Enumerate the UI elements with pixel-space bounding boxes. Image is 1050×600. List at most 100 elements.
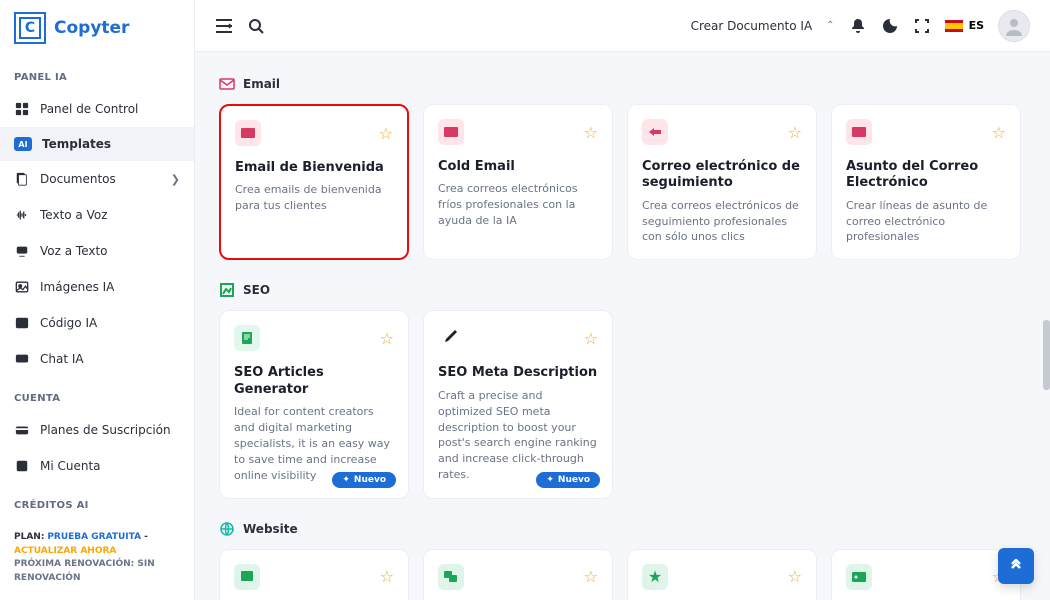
chevron-up-icon[interactable]: ⌃ xyxy=(826,20,834,31)
section-title-credits: CRÉDITOS AI xyxy=(0,484,194,519)
new-badge: ✦ Nuevo xyxy=(332,472,396,488)
section-seo-title: SEO xyxy=(243,283,270,297)
flag-es-icon xyxy=(945,20,963,32)
nav-imagenes[interactable]: Imágenes IA xyxy=(0,269,194,305)
nav-label: Voz a Texto xyxy=(40,244,108,258)
card-desc: Crear líneas de asunto de correo electró… xyxy=(846,198,1006,246)
topbar: Crear Documento IA ⌃ ES xyxy=(195,0,1050,52)
card-title: Email de Bienvenida xyxy=(235,160,393,176)
nav-panel-control[interactable]: Panel de Control xyxy=(0,91,194,127)
main-area: Crear Documento IA ⌃ ES Email xyxy=(195,0,1050,600)
card-title: Correo electrónico de seguimiento xyxy=(642,159,802,192)
documents-icon xyxy=(14,171,30,187)
plan-trial-link[interactable]: PRUEBA GRATUITA xyxy=(47,532,141,542)
email-section-icon xyxy=(219,76,235,92)
section-website-title: Website xyxy=(243,522,298,536)
favorite-star-icon[interactable]: ☆ xyxy=(992,123,1006,142)
seo-articles-icon xyxy=(234,325,260,351)
card-desc: Crea correos electrónicos de seguimiento… xyxy=(642,198,802,246)
content: Email ☆ Email de Bienvenida Crea emails … xyxy=(195,52,1050,600)
card-title: SEO Meta Description xyxy=(438,365,598,381)
text-to-speech-icon xyxy=(14,207,30,223)
scroll-to-top-button[interactable] xyxy=(998,548,1034,584)
nav-mi-cuenta[interactable]: Mi Cuenta xyxy=(0,448,194,484)
favorite-star-icon[interactable]: ☆ xyxy=(380,567,394,586)
email-subject-icon xyxy=(846,119,872,145)
section-email-header: Email xyxy=(219,76,1026,92)
card-title: SEO Articles Generator xyxy=(234,365,394,398)
moon-icon[interactable] xyxy=(881,17,899,35)
template-card-cold-email[interactable]: ☆ Cold Email Crea correos electrónicos f… xyxy=(423,104,613,260)
search-icon[interactable] xyxy=(247,17,265,35)
nav-label: Documentos xyxy=(40,172,116,186)
template-card-website-2[interactable]: ☆ xyxy=(423,549,613,600)
card-title: Asunto del Correo Electrónico xyxy=(846,159,1006,192)
scrollbar[interactable] xyxy=(1043,320,1050,390)
favorite-star-icon[interactable]: ☆ xyxy=(788,567,802,586)
nav-label: Código IA xyxy=(40,316,97,330)
nav-texto-voz[interactable]: Texto a Voz xyxy=(0,197,194,233)
sparkle-icon: ✦ xyxy=(342,475,350,485)
template-card-followup-email[interactable]: ☆ Correo electrónico de seguimiento Crea… xyxy=(627,104,817,260)
section-email-title: Email xyxy=(243,77,280,91)
nav-documentos[interactable]: Documentos ❯ xyxy=(0,161,194,197)
nav-codigo[interactable]: Código IA xyxy=(0,305,194,341)
followup-email-icon xyxy=(642,119,668,145)
nav-label: Planes de Suscripción xyxy=(40,423,171,437)
account-icon xyxy=(14,458,30,474)
nav-label: Panel de Control xyxy=(40,102,138,116)
chevron-right-icon: ❯ xyxy=(171,173,180,186)
language-code: ES xyxy=(969,19,984,32)
template-card-welcome-email[interactable]: ☆ Email de Bienvenida Crea emails de bie… xyxy=(219,104,409,260)
plan-renewal: PRÓXIMA RENOVACIÓN: SIN RENOVACIÓN xyxy=(14,558,180,585)
template-card-email-subject[interactable]: ☆ Asunto del Correo Electrónico Crear lí… xyxy=(831,104,1021,260)
language-selector[interactable]: ES xyxy=(945,19,984,32)
seo-section-icon xyxy=(219,282,235,298)
create-document-dropdown[interactable]: Crear Documento IA xyxy=(691,19,813,33)
favorite-star-icon[interactable]: ☆ xyxy=(584,123,598,142)
nav-templates[interactable]: AI Templates xyxy=(0,127,194,161)
plan-upgrade-link[interactable]: ACTUALIZAR AHORA xyxy=(14,546,116,556)
code-icon xyxy=(14,315,30,331)
bell-icon[interactable] xyxy=(849,17,867,35)
section-website-header: Website xyxy=(219,521,1026,537)
template-card-website-1[interactable]: ☆ xyxy=(219,549,409,600)
nav-planes[interactable]: Planes de Suscripción xyxy=(0,412,194,448)
seo-meta-icon xyxy=(438,325,464,351)
template-card-website-3[interactable]: ★ ☆ xyxy=(627,549,817,600)
nav-label: Mi Cuenta xyxy=(40,459,101,473)
welcome-email-icon xyxy=(235,120,261,146)
dashboard-icon xyxy=(14,101,30,117)
brand-name: Copyter xyxy=(54,18,129,38)
template-card-seo-meta[interactable]: ☆ SEO Meta Description Craft a precise a… xyxy=(423,310,613,498)
favorite-star-icon[interactable]: ☆ xyxy=(379,124,393,143)
images-icon xyxy=(14,279,30,295)
section-title-account: CUENTA xyxy=(0,377,194,412)
nav-label: Chat IA xyxy=(40,352,84,366)
menu-toggle-icon[interactable] xyxy=(215,17,233,35)
brand-logo[interactable]: C Copyter xyxy=(0,0,194,56)
avatar[interactable] xyxy=(998,10,1030,42)
nav-label: Templates xyxy=(42,137,111,151)
nav-voz-texto[interactable]: Voz a Texto xyxy=(0,233,194,269)
favorite-star-icon[interactable]: ☆ xyxy=(788,123,802,142)
favorite-star-icon[interactable]: ☆ xyxy=(584,329,598,348)
speech-to-text-icon xyxy=(14,243,30,259)
section-seo-header: SEO xyxy=(219,282,1026,298)
nav-label: Imágenes IA xyxy=(40,280,114,294)
nav-label: Texto a Voz xyxy=(40,208,108,222)
website-card-icon xyxy=(234,564,260,590)
favorite-star-icon[interactable]: ☆ xyxy=(584,567,598,586)
website-section-icon xyxy=(219,521,235,537)
template-card-website-4[interactable]: ☆ xyxy=(831,549,1021,600)
card-desc: Craft a precise and optimized SEO meta d… xyxy=(438,388,598,484)
create-doc-label: Crear Documento IA xyxy=(691,19,813,33)
new-badge: ✦ Nuevo xyxy=(536,472,600,488)
fullscreen-icon[interactable] xyxy=(913,17,931,35)
nav-chat[interactable]: Chat IA xyxy=(0,341,194,377)
template-card-seo-articles[interactable]: ☆ SEO Articles Generator Ideal for conte… xyxy=(219,310,409,498)
favorite-star-icon[interactable]: ☆ xyxy=(380,329,394,348)
card-desc: Crea correos electrónicos fríos profesio… xyxy=(438,181,598,229)
website-card-icon xyxy=(438,564,464,590)
sidebar: C Copyter PANEL IA Panel de Control AI T… xyxy=(0,0,195,600)
